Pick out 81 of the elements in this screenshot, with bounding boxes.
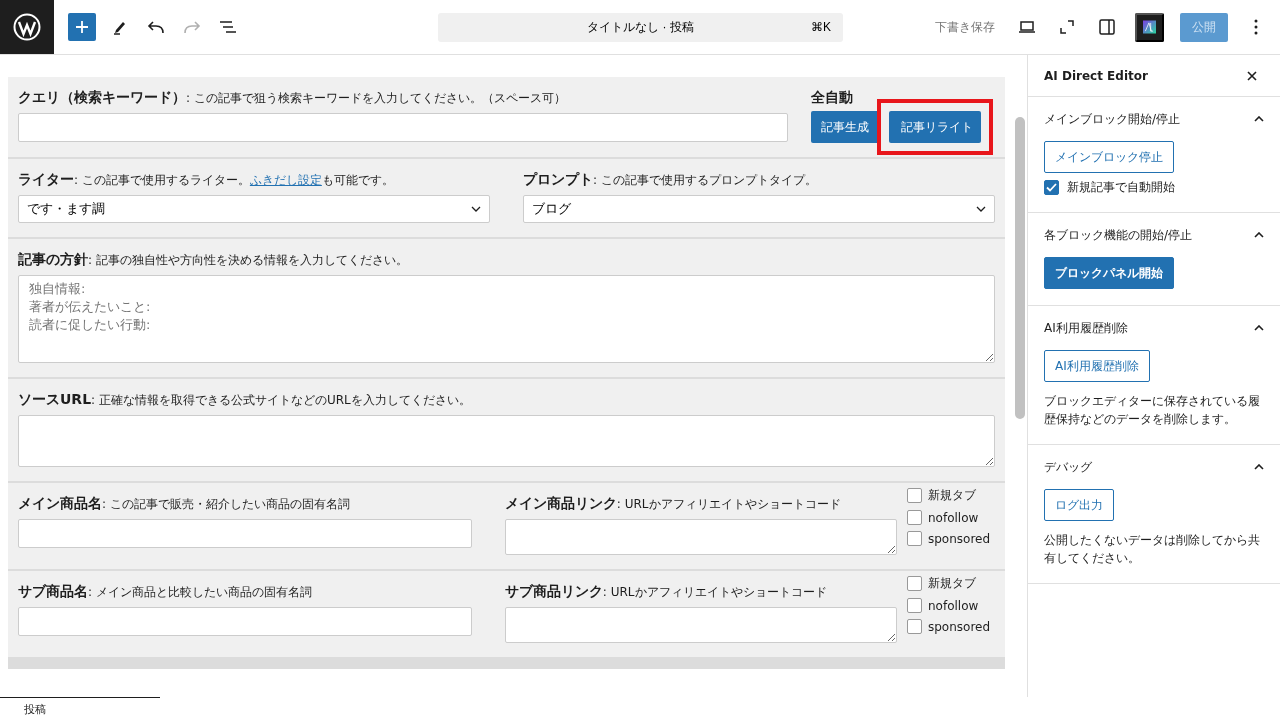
section-header[interactable]: AI利用履歴削除 xyxy=(1044,306,1264,350)
laptop-icon xyxy=(1018,20,1036,34)
field-label: メイン商品リンク xyxy=(504,495,617,513)
undo-icon xyxy=(147,20,165,34)
checkbox[interactable] xyxy=(907,531,922,546)
wordpress-logo[interactable] xyxy=(0,0,54,54)
expand-icon xyxy=(1060,20,1074,34)
plus-icon xyxy=(75,20,89,34)
check-icon xyxy=(1046,183,1057,192)
add-block-button[interactable] xyxy=(68,13,96,41)
field-hint: : URLかアフィリエイトやショートコード xyxy=(602,584,827,601)
panel-title: AI Direct Editor xyxy=(1044,68,1148,83)
text-field[interactable] xyxy=(18,607,472,636)
checkbox[interactable] xyxy=(907,488,922,503)
panel-button[interactable]: ログ出力 xyxy=(1044,489,1114,521)
field-label: 記事の方針 xyxy=(18,251,88,269)
checkbox[interactable] xyxy=(907,576,922,591)
chevron-up-icon xyxy=(1254,232,1264,238)
more-icon xyxy=(1254,19,1258,35)
field-hint: : この記事で使用するプロンプトタイプ。 xyxy=(593,172,817,189)
field-hint: : 正確な情報を取得できる公式サイトなどのURLを入力してください。 xyxy=(91,392,471,409)
chevron-down-icon xyxy=(976,206,986,212)
document-title: タイトルなし · 投稿 xyxy=(587,18,694,36)
field-label: サブ商品リンク xyxy=(504,583,603,601)
action-button[interactable]: 記事リライト xyxy=(889,111,981,143)
chevron-up-icon xyxy=(1254,116,1264,122)
list-icon xyxy=(219,20,237,34)
panel-button[interactable]: AI利用履歴削除 xyxy=(1044,350,1150,382)
checkbox-label: nofollow xyxy=(928,598,979,613)
text-area[interactable] xyxy=(504,607,897,643)
field-label: ライター xyxy=(18,171,74,189)
panel-button[interactable]: メインブロック停止 xyxy=(1044,141,1174,173)
field-hint: : この記事で使用するライター。ふきだし設定 も可能です。 xyxy=(74,172,394,189)
section-header[interactable]: メインブロック開始/停止 xyxy=(1044,97,1264,141)
field-hint: : この記事で販売・紹介したい商品の固有名詞 xyxy=(102,496,350,513)
plugin-button[interactable] xyxy=(1135,12,1164,42)
w-logo-icon xyxy=(13,13,41,41)
field-label: サブ商品名 xyxy=(18,583,88,601)
description-text: 公開したくないデータは削除してから共有してください。 xyxy=(1044,532,1261,567)
field-hint: : 記事の独自性や方向性を決める情報を入力してください。 xyxy=(88,253,408,269)
checkbox-label: 新規記事で自動開始 xyxy=(1067,179,1175,196)
field-hint: : URLかアフィリエイトやショートコード xyxy=(616,496,841,513)
text-area[interactable]: 独自情報: 著者が伝えたいこと: 読者に促したい行動: xyxy=(18,275,995,363)
sidebar-icon xyxy=(1099,19,1115,35)
checkbox[interactable] xyxy=(907,619,922,634)
scrollbar[interactable] xyxy=(1015,117,1025,419)
settings-link[interactable]: ふきだし設定 xyxy=(249,173,322,187)
field-label: クエリ（検索キーワード） xyxy=(18,89,186,107)
checkbox[interactable] xyxy=(1044,180,1059,195)
group-label: 全自動 xyxy=(811,89,854,107)
chevron-up-icon xyxy=(1254,464,1264,470)
text-field[interactable] xyxy=(18,519,472,548)
section-header[interactable]: 各ブロック機能の開始/停止 xyxy=(1044,213,1264,257)
dropdown[interactable]: です・ます調 xyxy=(18,195,490,223)
save-draft-button[interactable]: 下書き保存 xyxy=(931,18,999,36)
panel-button[interactable]: ブロックパネル開始 xyxy=(1044,257,1174,289)
command-bar[interactable]: タイトルなし · 投稿 ⌘K xyxy=(438,12,843,42)
text-field[interactable] xyxy=(18,113,788,142)
checkbox-label: sponsored xyxy=(928,619,991,634)
chevron-down-icon xyxy=(471,206,481,212)
description-text: ブロックエディターに保存されている履歴保持などのデータを削除します。 xyxy=(1044,393,1261,428)
close-icon xyxy=(1247,70,1257,81)
checkbox-label: 新規タブ xyxy=(928,575,976,592)
section-header[interactable]: デバッグ xyxy=(1044,445,1264,489)
checkbox[interactable] xyxy=(907,510,922,525)
text-area[interactable] xyxy=(18,415,995,467)
checkbox-label: nofollow xyxy=(928,510,979,525)
checkbox-label: sponsored xyxy=(928,531,991,546)
field-hint: : メイン商品と比較したい商品の固有名詞 xyxy=(88,584,312,601)
pen-icon xyxy=(112,19,128,35)
text-area[interactable] xyxy=(504,519,897,555)
field-label: プロンプト xyxy=(523,171,593,189)
field-label: メイン商品名 xyxy=(18,495,102,513)
checkbox-label: 新規タブ xyxy=(928,487,976,504)
dropdown[interactable]: ブログ xyxy=(523,195,995,223)
field-hint: : この記事で狙う検索キーワードを入力してください。（スペース可） xyxy=(186,90,566,107)
action-button[interactable]: 記事生成 xyxy=(811,111,879,143)
redo-icon xyxy=(183,20,201,34)
shortcut-label: ⌘K xyxy=(811,20,831,34)
chevron-up-icon xyxy=(1254,325,1264,331)
checkbox[interactable] xyxy=(907,598,922,613)
